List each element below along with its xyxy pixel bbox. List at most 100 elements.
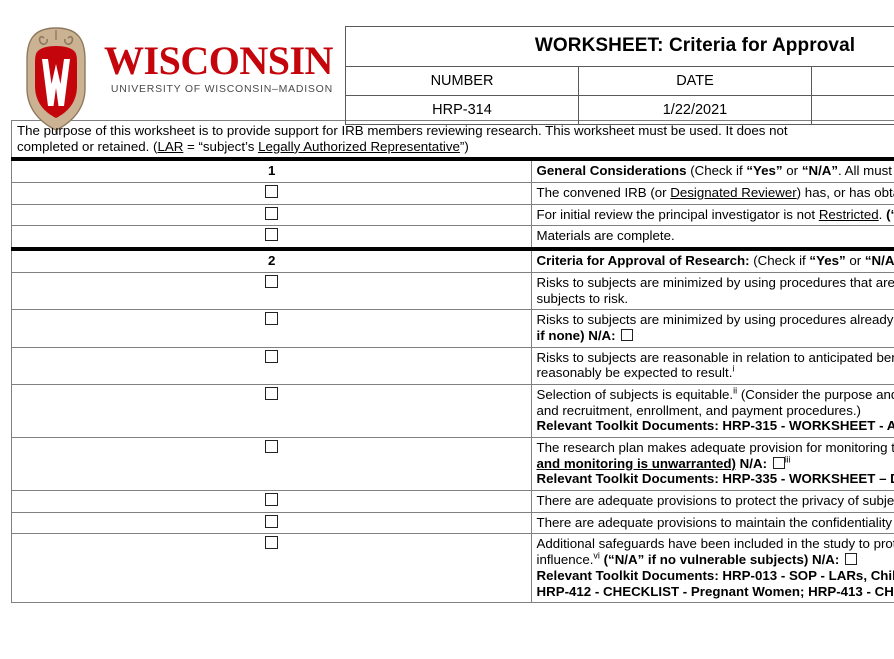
section-1-or: or — [782, 163, 802, 179]
checkbox-cell[interactable] — [11, 203, 532, 227]
header-value-row: HRP-314 1/22/2021 1 of — [345, 95, 894, 125]
item-2-2-bold: if none) — [536, 327, 585, 343]
item-2-8-na-label: N/A: — [808, 552, 843, 568]
intro-lar-abbrev: LAR — [157, 138, 184, 154]
item-2-5-na-label: N/A: — [735, 455, 771, 471]
header-col-page: PAGE — [811, 66, 894, 96]
document-header: WISCONSIN UNIVERSITY OF WISCONSIN–MADISO… — [0, 0, 894, 133]
uw-madison-logo: WISCONSIN UNIVERSITY OF WISCONSIN–MADISO… — [0, 18, 345, 134]
item-2-8-bold-na: (“N/A” if no vulnerable subjects) — [599, 552, 809, 568]
item-1-1-post: ) has, or has obtained through consultat… — [796, 185, 894, 201]
item-2-7: There are adequate provisions to maintai… — [530, 511, 894, 535]
footnote-marker-i: i — [732, 363, 735, 374]
checkbox-cell[interactable] — [11, 309, 532, 348]
item-2-3-line-2: reasonably be expected to result. — [536, 365, 733, 381]
checkbox-2-2[interactable] — [265, 312, 279, 326]
checklist-row: Risks to subjects are reasonable in rela… — [11, 346, 894, 385]
checkbox-1-2[interactable] — [265, 206, 279, 220]
item-2-8-line-2-pre: influence. — [536, 552, 594, 568]
checkbox-2-2-na[interactable] — [621, 328, 634, 341]
checklist-row: There are adequate provisions to maintai… — [11, 511, 894, 535]
item-1-1-pre: The convened IRB (or — [536, 185, 671, 201]
checkbox-2-7[interactable] — [265, 514, 279, 528]
checkbox-1-1[interactable] — [265, 185, 279, 199]
checkbox-cell[interactable] — [11, 533, 532, 604]
header-col-number: NUMBER — [345, 66, 579, 96]
section-1-number: 1 — [11, 157, 532, 184]
checkbox-cell[interactable] — [11, 271, 532, 311]
item-2-4-post: (Consider the purpose and setting of the… — [740, 386, 894, 402]
uw-crest-icon — [26, 27, 86, 133]
item-2-2-na-label: N/A: — [584, 327, 620, 343]
wordmark-tagline: UNIVERSITY OF WISCONSIN–MADISON — [110, 82, 333, 95]
intro-l2-post: ”) — [459, 138, 469, 154]
header-column-row: NUMBER DATE PAGE — [345, 66, 894, 96]
checklist-row: There are adequate provisions to protect… — [11, 490, 894, 513]
section-1-title-bold: General Considerations — [536, 163, 687, 179]
checkbox-cell[interactable] — [11, 225, 532, 250]
checkbox-cell[interactable] — [11, 182, 532, 205]
checkbox-cell[interactable] — [11, 490, 532, 513]
intro-row: The purpose of this worksheet is to prov… — [11, 120, 894, 160]
header-value-date: 1/22/2021 — [578, 95, 812, 125]
footnote-marker-iii: iii — [784, 454, 791, 465]
checkbox-cell[interactable] — [11, 346, 532, 385]
checkbox-cell[interactable] — [11, 383, 532, 439]
item-2-4-line-2: and recruitment, enrollment, and payment… — [536, 402, 861, 418]
header-info-table: WORKSHEET: Criteria for Approval NUMBER … — [345, 26, 894, 125]
checkbox-1-3[interactable] — [265, 228, 279, 242]
section-1-post: . All must be checked) — [838, 163, 894, 179]
checkbox-2-5[interactable] — [265, 440, 279, 453]
item-2-5: The research plan makes adequate provisi… — [530, 436, 894, 492]
item-1-1-link-designated-reviewer[interactable]: Designated Reviewer — [670, 185, 796, 200]
checklist-row: Additional safeguards have been included… — [11, 533, 894, 604]
item-2-8-line-1: Additional safeguards have been included… — [536, 536, 894, 552]
checkbox-cell[interactable] — [11, 511, 532, 535]
checklist-row: Selection of subjects is equitable.ii (C… — [11, 383, 894, 439]
item-1-2-pre: For initial review the principal investi… — [536, 206, 819, 222]
item-2-6-text: There are adequate provisions to protect… — [536, 493, 894, 509]
item-1-3: Materials are complete. — [530, 225, 894, 250]
header-value-page: 1 of — [811, 95, 894, 125]
intro-paragraph: The purpose of this worksheet is to prov… — [11, 120, 894, 160]
section-2-na: “N/A” — [864, 253, 894, 269]
item-2-8-toolkit-line-1: Relevant Toolkit Documents: HRP-013 - SO… — [536, 567, 894, 583]
checklist-row: The convened IRB (or Designated Reviewer… — [11, 182, 894, 205]
checkbox-2-1[interactable] — [265, 274, 279, 288]
intro-lar-expansion: Legally Authorized Representative — [258, 138, 460, 154]
section-1-na: “N/A” — [801, 163, 839, 179]
item-1-1: The convened IRB (or Designated Reviewer… — [530, 182, 894, 205]
checklist-row: Materials are complete. — [11, 225, 894, 250]
header-col-date: DATE — [578, 66, 812, 96]
checkbox-2-3[interactable] — [265, 349, 279, 363]
section-header-2: 2 Criteria for Approval of Research: (Ch… — [11, 247, 894, 273]
checklist-row: The research plan makes adequate provisi… — [11, 436, 894, 492]
item-2-1-line-1: Risks to subjects are minimized by using… — [536, 274, 894, 290]
item-2-5-bold-underline: and monitoring is unwarranted) — [536, 455, 736, 471]
item-2-1: Risks to subjects are minimized by using… — [530, 271, 894, 311]
header-value-number: HRP-314 — [345, 95, 579, 125]
item-2-5-toolkit: Relevant Toolkit Documents: HRP-335 - WO… — [536, 471, 894, 487]
item-2-4-toolkit: Relevant Toolkit Documents: HRP-315 - WO… — [536, 418, 894, 434]
item-2-7-text: There are adequate provisions to maintai… — [536, 514, 894, 530]
section-2-yes: “Yes” — [809, 253, 846, 269]
item-2-8: Additional safeguards have been included… — [530, 533, 894, 604]
checkbox-2-6[interactable] — [265, 493, 279, 507]
item-1-2: For initial review the principal investi… — [530, 203, 894, 227]
item-2-2-line-1: Risks to subjects are minimized by using… — [536, 312, 894, 328]
checkbox-2-4[interactable] — [265, 386, 279, 400]
item-2-3: Risks to subjects are reasonable in rela… — [530, 346, 894, 385]
item-2-3-line-1: Risks to subjects are reasonable in rela… — [536, 349, 894, 365]
section-2-or: or — [845, 253, 865, 269]
item-1-2-link-restricted[interactable]: Restricted — [819, 207, 879, 222]
checkbox-2-5-na[interactable] — [772, 456, 785, 469]
checkbox-2-8-na[interactable] — [845, 553, 857, 566]
worksheet-table: The purpose of this worksheet is to prov… — [11, 120, 894, 604]
item-2-4: Selection of subjects is equitable.ii (C… — [530, 383, 894, 439]
item-2-2: Risks to subjects are minimized by using… — [530, 309, 894, 348]
item-1-3-text: Materials are complete. — [536, 228, 675, 244]
checkbox-2-8[interactable] — [265, 536, 279, 550]
checkbox-cell[interactable] — [11, 436, 532, 492]
item-2-4-pre: Selection of subjects is equitable. — [536, 386, 734, 402]
item-2-8-toolkit-line-2: HRP-412 - CHECKLIST - Pregnant Women; HR… — [536, 583, 894, 599]
